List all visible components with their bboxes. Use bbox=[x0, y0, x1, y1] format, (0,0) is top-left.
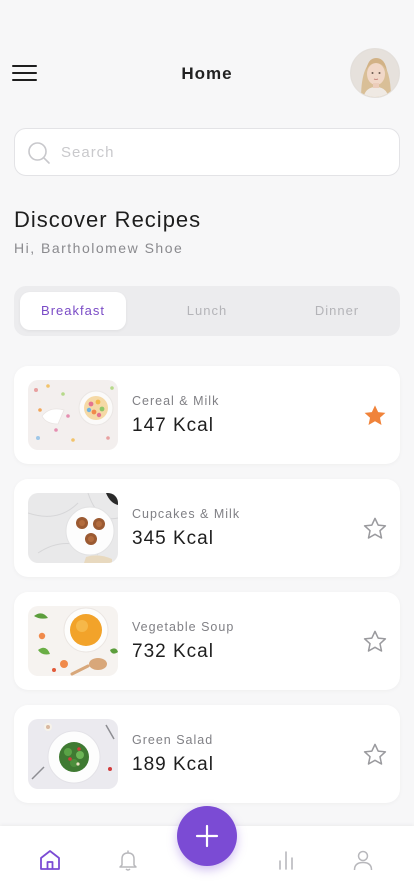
plus-icon bbox=[195, 824, 219, 848]
section-title: Discover Recipes bbox=[14, 207, 202, 232]
recipe-name: Cereal & Milk bbox=[132, 394, 220, 408]
recipe-card-vegetable-soup[interactable]: Vegetable Soup 732 Kcal bbox=[14, 592, 400, 690]
add-recipe-button[interactable] bbox=[177, 806, 237, 866]
recipe-calories: 345 Kcal bbox=[132, 528, 214, 549]
bell-icon[interactable] bbox=[116, 848, 140, 872]
cupcakes-photo bbox=[28, 493, 118, 563]
bar-chart-icon[interactable] bbox=[274, 848, 298, 872]
user-avatar[interactable] bbox=[350, 48, 400, 98]
star-outline-icon[interactable] bbox=[362, 516, 388, 542]
tab-dinner[interactable]: Dinner bbox=[284, 292, 390, 330]
recipe-calories: 189 Kcal bbox=[132, 754, 214, 775]
cereal-milk-photo bbox=[28, 380, 118, 450]
meal-tabs: Breakfast Lunch Dinner bbox=[14, 286, 400, 336]
recipe-name: Green Salad bbox=[132, 733, 214, 747]
recipe-calories: 147 Kcal bbox=[132, 415, 214, 436]
search-bar bbox=[14, 128, 400, 176]
recipe-name: Vegetable Soup bbox=[132, 620, 235, 634]
user-icon[interactable] bbox=[351, 848, 375, 872]
search-icon bbox=[28, 142, 50, 164]
star-outline-icon[interactable] bbox=[362, 629, 388, 655]
tab-lunch[interactable]: Lunch bbox=[154, 292, 260, 330]
green-salad-photo bbox=[28, 719, 118, 789]
recipe-name: Cupcakes & Milk bbox=[132, 507, 241, 521]
home-icon[interactable] bbox=[38, 848, 62, 872]
search-input[interactable] bbox=[61, 129, 391, 175]
greeting-text: Hi, Bartholomew Shoe bbox=[14, 240, 184, 256]
home-screen: Home Discover Recipes Hi, Bartholomew Sh… bbox=[0, 0, 414, 896]
vegetable-soup-photo bbox=[28, 606, 118, 676]
recipe-card-green-salad[interactable]: Green Salad 189 Kcal bbox=[14, 705, 400, 803]
recipe-card-cupcakes-milk[interactable]: Cupcakes & Milk 345 Kcal bbox=[14, 479, 400, 577]
tab-breakfast[interactable]: Breakfast bbox=[20, 292, 126, 330]
star-filled-icon[interactable] bbox=[362, 403, 388, 429]
star-outline-icon[interactable] bbox=[362, 742, 388, 768]
recipe-card-cereal-milk[interactable]: Cereal & Milk 147 Kcal bbox=[14, 366, 400, 464]
recipe-calories: 732 Kcal bbox=[132, 641, 214, 662]
top-bar: Home bbox=[0, 44, 414, 102]
